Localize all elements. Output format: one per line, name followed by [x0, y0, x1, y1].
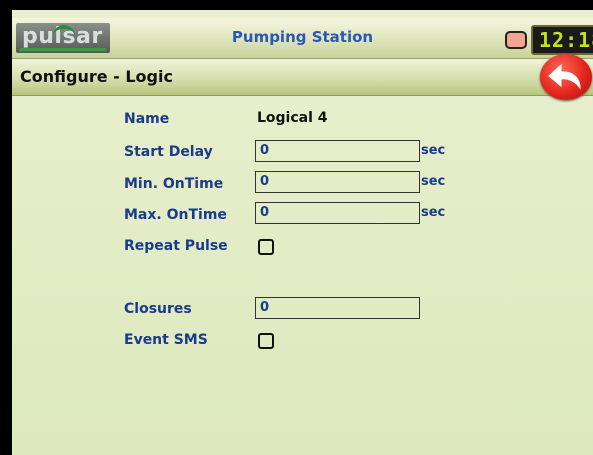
clock-time: 12:18 — [539, 28, 593, 52]
page-header: Configure - Logic — [12, 59, 593, 96]
repeat-pulse-label: Repeat Pulse — [124, 238, 228, 254]
name-label: Name — [124, 111, 170, 127]
start-delay-field[interactable]: 0 — [255, 140, 420, 162]
device-frame: pulsar Pumping Station 12:18 Configure -… — [0, 0, 593, 455]
repeat-pulse-checkbox[interactable] — [258, 239, 274, 255]
event-sms-label: Event SMS — [124, 332, 208, 348]
max-ontime-field[interactable]: 0 — [255, 202, 420, 224]
closures-field[interactable]: 0 — [255, 297, 420, 319]
max-ontime-unit: sec — [421, 205, 446, 220]
start-delay-unit: sec — [421, 143, 446, 158]
name-value: Logical 4 — [257, 110, 328, 126]
back-button[interactable] — [540, 54, 592, 100]
min-ontime-field[interactable]: 0 — [255, 171, 420, 193]
max-ontime-label: Max. OnTime — [124, 207, 227, 223]
min-ontime-label: Min. OnTime — [124, 176, 224, 192]
screen: pulsar Pumping Station 12:18 Configure -… — [12, 10, 593, 455]
page-title: Configure - Logic — [20, 67, 173, 86]
logo-underline — [20, 48, 106, 51]
status-led-icon — [505, 31, 527, 49]
clock-display: 12:18 — [531, 25, 593, 55]
closures-label: Closures — [124, 301, 192, 317]
title-bar: pulsar Pumping Station 12:18 — [12, 18, 593, 59]
event-sms-checkbox[interactable] — [258, 333, 274, 349]
back-arrow-icon — [548, 63, 581, 90]
start-delay-label: Start Delay — [124, 144, 213, 160]
min-ontime-unit: sec — [421, 174, 446, 189]
